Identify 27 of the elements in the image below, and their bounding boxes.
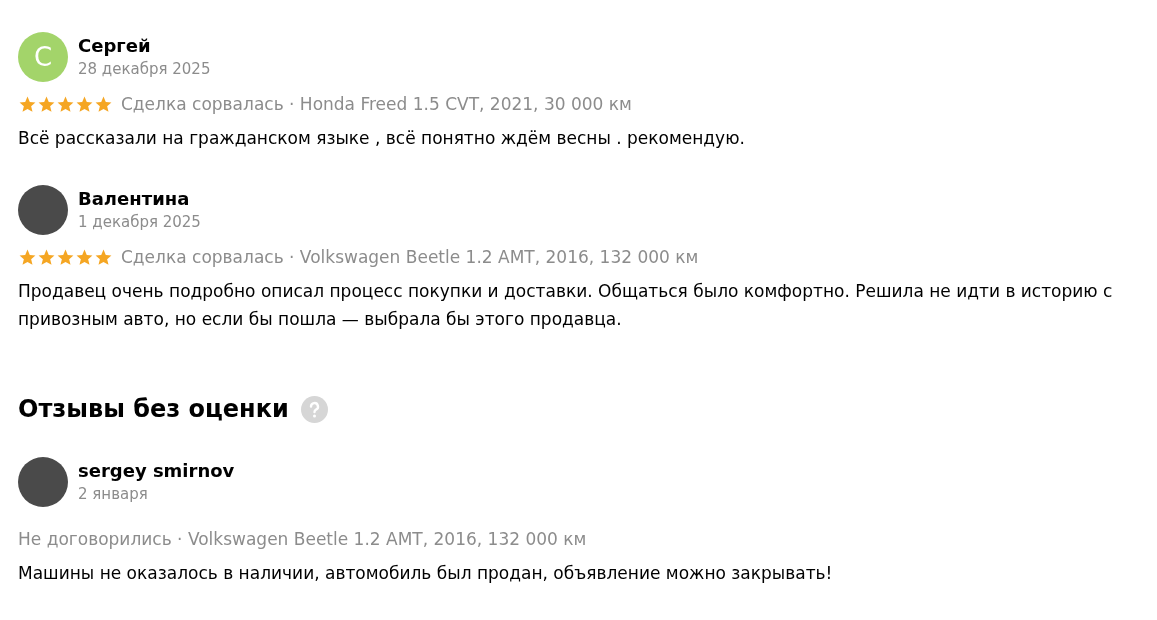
star-icon [94,247,113,267]
star-icon [18,94,37,114]
star-icon [94,94,113,114]
review-date: 2 января [78,484,149,505]
star-icon [56,94,75,114]
star-icon [75,247,94,267]
author-name: sergey smirnov [78,459,235,483]
photo-placeholder [18,457,68,507]
review-text: Машины не оказалось в наличии, автомобиль был продан, объявление можно закрывать! [18,562,834,585]
star-icon [75,94,94,114]
review-date: 1 декабря 2025 [78,212,201,233]
star-icon [18,247,37,267]
help-icon[interactable] [300,395,328,423]
section-heading: Отзывы без оценки [18,394,289,425]
deal-info: Сделка сорвалась · Honda Freed 1.5 CVT, 2021, 30 000 км [121,93,632,116]
review-text: Всё рассказали на гражданском языке , всё понятно ждём весны . рекомендую. [18,127,746,150]
review-text: Продавец очень подробно описал процесс покупки и доставки. Общаться было комфортно. Решила не идти в историю с привозным авто, но если бы пошла — выбрала бы этого продавца. [18,280,1114,331]
star-icon [37,94,56,114]
review-date: 28 декабря 2025 [78,59,211,80]
author-name: Сергей [78,34,152,58]
avatar: С [18,32,68,82]
deal-info: Не договорились · Volkswagen Beetle 1.2 AMT, 2016, 132 000 км [18,528,587,551]
author-name: Валентина [78,187,191,211]
star-icon [56,247,75,267]
deal-info: Сделка сорвалась · Volkswagen Beetle 1.2 AMT, 2016, 132 000 км [121,246,699,269]
photo-placeholder [18,185,68,235]
star-icon [37,247,56,267]
